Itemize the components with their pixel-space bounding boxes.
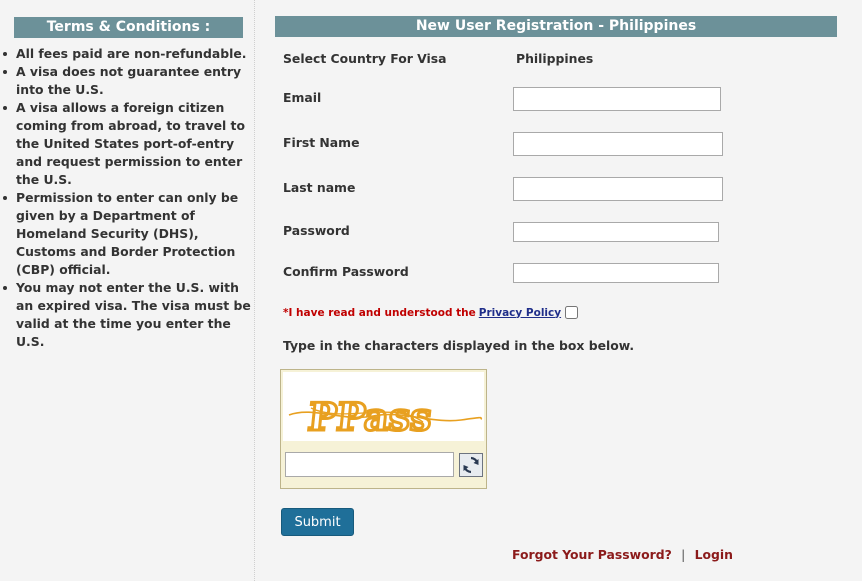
footer-links: Forgot Your Password? | Login xyxy=(512,547,733,562)
privacy-checkbox[interactable] xyxy=(565,306,579,319)
refresh-icon xyxy=(463,456,479,474)
privacy-policy-link[interactable]: Privacy Policy xyxy=(479,307,561,319)
list-item: All fees paid are non-refundable. xyxy=(3,45,252,63)
captcha-refresh-button[interactable] xyxy=(459,453,483,477)
password-field[interactable] xyxy=(513,222,719,242)
terms-list: All fees paid are non-refundable. A visa… xyxy=(0,45,252,351)
forgot-password-link[interactable]: Forgot Your Password? xyxy=(512,547,672,562)
confirm-password-label: Confirm Password xyxy=(283,264,409,279)
list-item: You may not enter the U.S. with an expir… xyxy=(3,280,251,349)
submit-button[interactable]: Submit xyxy=(281,508,354,536)
captcha-image: PPass xyxy=(283,372,484,441)
email-label: Email xyxy=(283,90,322,105)
country-value: Philippines xyxy=(516,51,594,66)
email-field[interactable] xyxy=(513,87,721,111)
registration-title: New User Registration - Philippines xyxy=(275,16,837,37)
list-item: Permission to enter can only be given by… xyxy=(3,189,252,279)
first-name-label: First Name xyxy=(283,135,360,150)
terms-title: Terms & Conditions : xyxy=(14,17,243,38)
confirm-password-field[interactable] xyxy=(513,263,719,283)
list-item: A visa allows a foreign citizen coming f… xyxy=(3,99,252,189)
captcha-box: PPass xyxy=(280,369,487,489)
captcha-text: PPass xyxy=(306,394,434,439)
last-name-field[interactable] xyxy=(513,177,723,201)
captcha-instruction: Type in the characters displayed in the … xyxy=(283,338,635,353)
agree-text: *I have read and understood the xyxy=(283,306,476,319)
country-label: Select Country For Visa xyxy=(283,51,447,66)
captcha-art: PPass xyxy=(288,393,483,440)
privacy-agreement: *I have read and understood the Privacy … xyxy=(283,306,579,319)
login-link[interactable]: Login xyxy=(695,547,733,562)
last-name-label: Last name xyxy=(283,180,356,195)
first-name-field[interactable] xyxy=(513,132,723,156)
terms-panel: Terms & Conditions : All fees paid are n… xyxy=(0,0,255,581)
separator: | xyxy=(681,547,686,562)
captcha-input[interactable] xyxy=(285,452,454,477)
password-label: Password xyxy=(283,223,350,238)
list-item: A visa does not guarantee entry into the… xyxy=(3,63,252,99)
